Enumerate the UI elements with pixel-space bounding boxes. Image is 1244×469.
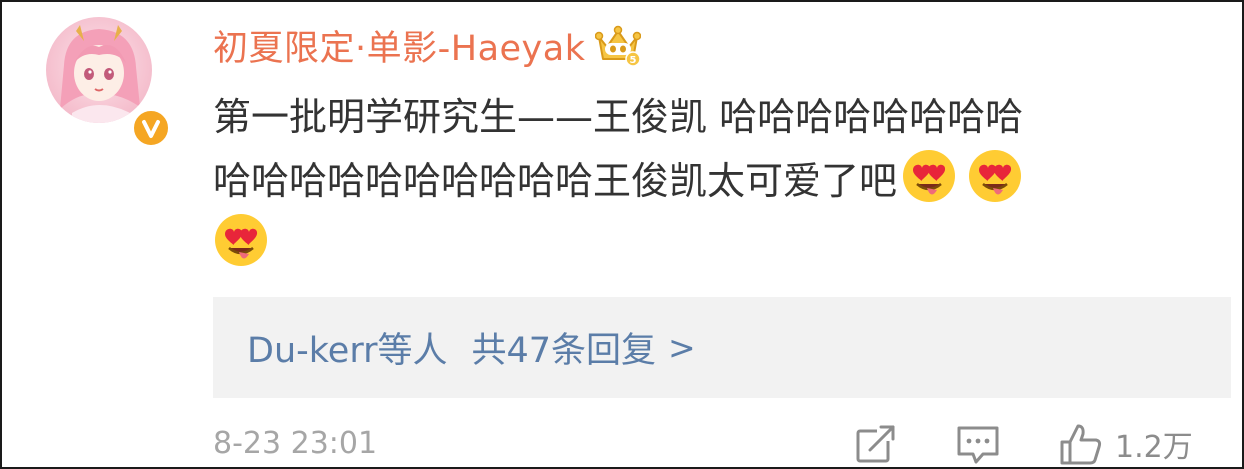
username[interactable]: 初夏限定·单影-Haeyak bbox=[213, 20, 585, 71]
like-button[interactable]: 1.2万 bbox=[1059, 422, 1193, 466]
heart-eyes-emoji-icon bbox=[213, 212, 269, 268]
comment-card: 初夏限定·单影-Haeyak 5 第一批明学研究生——王俊凯 哈哈哈哈哈哈哈哈 … bbox=[0, 0, 1244, 469]
replies-box[interactable]: Du-kerr等人 共47条回复 > bbox=[213, 297, 1231, 398]
svg-text:5: 5 bbox=[630, 55, 637, 66]
heart-eyes-emoji-icon bbox=[967, 148, 1023, 204]
comment-button[interactable] bbox=[955, 422, 1001, 466]
reply-users[interactable]: Du-kerr等人 bbox=[247, 322, 447, 373]
avatar[interactable] bbox=[46, 17, 152, 123]
reply-count-link[interactable]: 共47条回复 bbox=[471, 322, 656, 373]
comment-footer: 8-23 23:01 1.2万 bbox=[213, 422, 1213, 468]
share-button[interactable] bbox=[853, 422, 899, 466]
chevron-right-icon[interactable]: > bbox=[668, 328, 696, 367]
thumbs-up-icon bbox=[1060, 424, 1102, 465]
comment-header: 初夏限定·单影-Haeyak 5 bbox=[213, 20, 642, 71]
like-count: 1.2万 bbox=[1115, 430, 1193, 465]
share-icon bbox=[856, 425, 895, 463]
comment-text-line-2: 哈哈哈哈哈哈哈哈哈哈王俊凯太可爱了吧 bbox=[213, 159, 898, 203]
heart-eyes-emoji-icon bbox=[901, 148, 957, 204]
verified-badge-icon bbox=[130, 107, 172, 149]
timestamp: 8-23 23:01 bbox=[213, 426, 378, 461]
comment-text-line-1: 第一批明学研究生——王俊凯 哈哈哈哈哈哈哈哈 bbox=[213, 95, 1024, 139]
comment-text: 第一批明学研究生——王俊凯 哈哈哈哈哈哈哈哈 哈哈哈哈哈哈哈哈哈哈王俊凯太可爱了… bbox=[213, 86, 1213, 276]
comment-bubble-icon bbox=[957, 426, 999, 464]
crown-icon[interactable]: 5 bbox=[595, 23, 642, 67]
